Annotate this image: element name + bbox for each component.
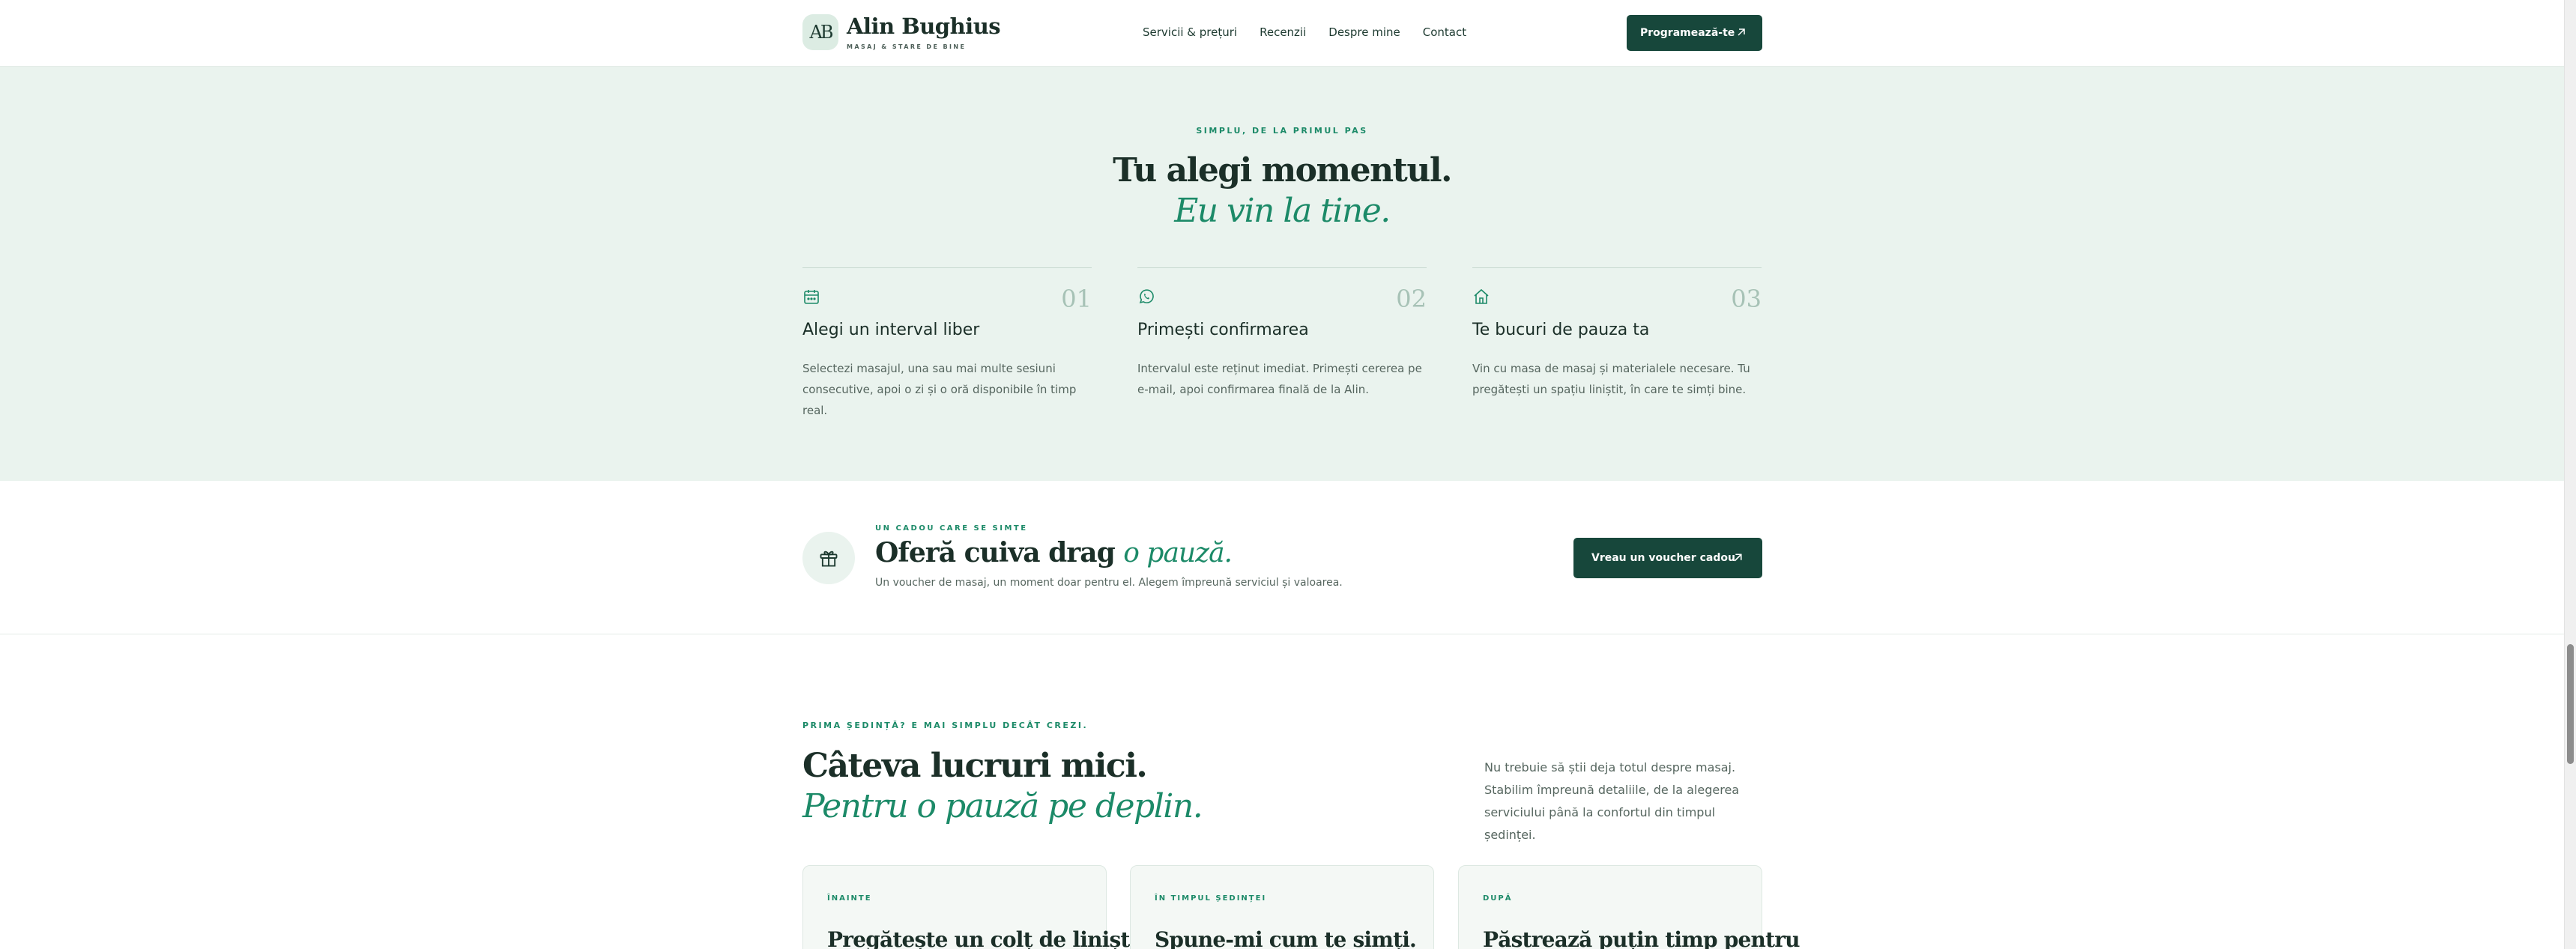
step-title: Alegi un interval liber [802, 321, 980, 339]
nav-contact[interactable]: Contact [1423, 25, 1466, 39]
step-card: 03 Te bucuri de pauza ta Vin cu masa de … [1472, 267, 1762, 417]
nav-reviews[interactable]: Recenzii [1260, 25, 1306, 39]
book-button-label: Programează-te [1640, 27, 1735, 39]
tip-card-title: Păstrează puțin timp pentru [1483, 927, 1801, 949]
voucher-button[interactable]: Vreau un voucher cadou [1573, 538, 1762, 578]
prep-title: Câteva lucruri mici. [802, 747, 1148, 785]
site-header: AB Alin Bughius MASAJ & STARE DE BINE Se… [0, 0, 2564, 67]
prep-eyebrow: PRIMA ȘEDINȚĂ? E MAI SIMPLU DECÂT CREZI. [802, 721, 1089, 730]
main-nav: Servicii & prețuri Recenzii Despre mine … [1143, 25, 1489, 39]
calendar-icon [804, 290, 819, 304]
voucher-description: Un voucher de masaj, un moment doar pent… [875, 577, 1343, 589]
logo-mark[interactable]: AB [802, 14, 838, 50]
step-description: Vin cu masa de masaj și materialele nece… [1472, 362, 1750, 396]
steps-section: SIMPLU, DE LA PRIMUL PAS Tu alegi moment… [0, 67, 2564, 481]
brand-name[interactable]: Alin Bughius [847, 13, 1001, 39]
tip-card-eyebrow: DUPĂ [1483, 894, 1513, 903]
tip-card-title: Pregătește un colț de liniște. [827, 927, 1149, 949]
voucher-title: Oferă cuiva drag o pauză. [875, 537, 1233, 569]
gift-icon [820, 551, 838, 567]
tip-card-after: DUPĂ Păstrează puțin timp pentru [1458, 865, 1801, 949]
home-icon [1474, 288, 1489, 304]
tip-card-before: ÎNAINTE Pregătește un colț de liniște. [802, 865, 1149, 949]
step-title: Primești confirmarea [1137, 321, 1309, 339]
step-card: 01 Alegi un interval liber Selectezi mas… [802, 267, 1092, 417]
step-description: Selectezi masajul, una sau mai multe ses… [802, 362, 1077, 417]
page: AB Alin Bughius MASAJ & STARE DE BINE Se… [0, 0, 2564, 949]
voucher-eyebrow: UN CADOU CARE SE SIMTE [875, 524, 1028, 533]
first-session-section: PRIMA ȘEDINȚĂ? E MAI SIMPLU DECÂT CREZI.… [0, 634, 2564, 949]
tip-card-eyebrow: ÎNAINTE [827, 894, 872, 903]
step-title: Te bucuri de pauza ta [1472, 321, 1650, 339]
nav-services[interactable]: Servicii & prețuri [1143, 25, 1237, 39]
steps-title-accent: Eu vin la tine. [1174, 192, 1391, 230]
whatsapp-icon [1139, 289, 1154, 304]
brand-tagline: MASAJ & STARE DE BINE [847, 43, 967, 50]
scrollbar-thumb[interactable] [2567, 644, 2574, 764]
arrow-up-right-icon [1738, 28, 1745, 36]
nav-about[interactable]: Despre mine [1328, 25, 1400, 39]
step-number: 01 [1061, 285, 1092, 313]
gift-badge [802, 532, 855, 584]
step-description: Intervalul este reținut imediat. Primeșt… [1137, 362, 1422, 396]
step-card: 02 Primești confirmarea Intervalul este … [1137, 267, 1427, 417]
tip-card-during: ÎN TIMPUL ȘEDINȚEI Spune-mi cum te simți… [1130, 865, 1434, 949]
arrow-up-right-icon [1734, 554, 1742, 562]
step-number: 03 [1731, 285, 1762, 313]
page-scrollbar[interactable] [2564, 0, 2576, 949]
step-number: 02 [1396, 285, 1427, 313]
tip-card-eyebrow: ÎN TIMPUL ȘEDINȚEI [1155, 894, 1267, 903]
voucher-title-accent: o pauză. [1123, 538, 1233, 569]
steps-eyebrow: SIMPLU, DE LA PRIMUL PAS [1196, 126, 1368, 136]
voucher-title-main: Oferă cuiva drag [875, 537, 1124, 569]
book-button[interactable]: Programează-te [1627, 15, 1762, 51]
steps-title: Tu alegi momentul. [1113, 151, 1452, 190]
voucher-banner: UN CADOU CARE SE SIMTE Oferă cuiva drag … [0, 481, 2564, 634]
voucher-button-label: Vreau un voucher cadou [1591, 552, 1735, 564]
prep-intro-text: Nu trebuie să știi deja totul despre mas… [1484, 760, 1740, 842]
tip-card-title: Spune-mi cum te simți. [1155, 927, 1417, 949]
prep-title-accent: Pentru o pauză pe deplin. [802, 787, 1203, 825]
